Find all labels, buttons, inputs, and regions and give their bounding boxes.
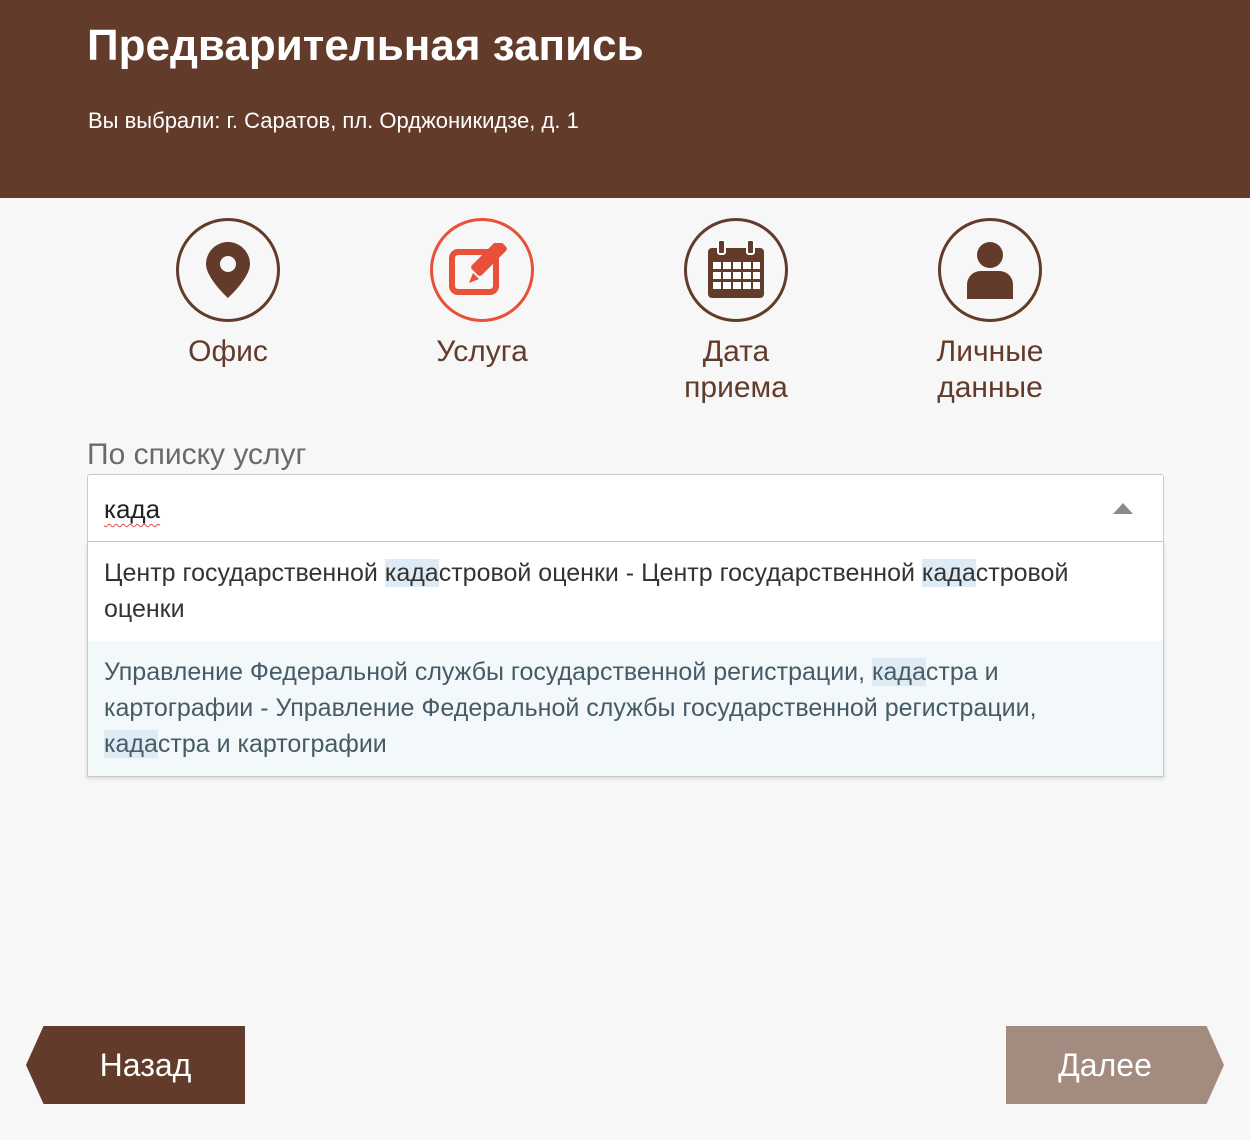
step-personal-label: Личные данные (936, 335, 1044, 404)
chevron-up-icon[interactable] (1113, 503, 1133, 514)
calendar-icon (708, 240, 764, 298)
step-office-circle (176, 218, 280, 322)
step-personal[interactable]: Личные данные (910, 218, 1070, 406)
selected-office-text: Вы выбрали: г. Саратов, пл. Орджоникидзе… (88, 108, 579, 133)
step-date-label: Дата приема (684, 335, 788, 404)
dropdown-option[interactable]: Управление Федеральной службы государств… (88, 641, 1163, 776)
step-date-circle (684, 218, 788, 322)
step-service-label: Услуга (436, 335, 528, 368)
user-icon (967, 242, 1013, 299)
page-header: Предварительная запись Вы выбрали: г. Са… (0, 0, 1250, 198)
back-button[interactable]: Назад (26, 1026, 245, 1104)
back-button-label: Назад (99, 1047, 192, 1083)
match-highlight: када (921, 559, 976, 587)
step-office-label: Офис (188, 335, 268, 368)
service-search-select[interactable]: када (87, 474, 1164, 542)
map-pin-icon (206, 242, 250, 298)
match-highlight: када (872, 658, 926, 686)
dropdown-option[interactable]: Центр государственной кадастровой оценки… (88, 542, 1163, 641)
step-service-circle (430, 218, 534, 322)
match-highlight: када (384, 559, 439, 587)
service-search-input[interactable]: када (104, 493, 160, 525)
step-office[interactable]: Офис (148, 218, 308, 370)
next-button-label: Далее (1058, 1047, 1152, 1083)
service-dropdown: Центр государственной кадастровой оценки… (87, 542, 1164, 777)
edit-icon (449, 243, 507, 295)
next-button[interactable]: Далее (1006, 1026, 1224, 1104)
match-highlight: када (104, 730, 158, 758)
step-date[interactable]: Дата приема (656, 218, 816, 406)
service-list-label: По списку услуг (87, 438, 307, 471)
step-service[interactable]: Услуга (402, 218, 562, 370)
page-title: Предварительная запись (87, 21, 644, 70)
step-personal-circle (938, 218, 1042, 322)
